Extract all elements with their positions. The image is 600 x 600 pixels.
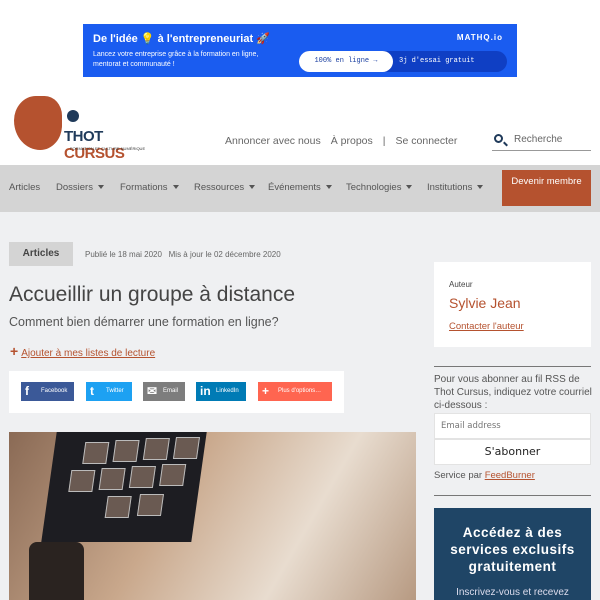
top-links: Annoncer avec nous À propos | Se connect… bbox=[225, 135, 457, 147]
search-placeholder: Recherche bbox=[514, 134, 563, 145]
page-title: Accueillir un groupe à distance bbox=[9, 283, 296, 306]
caret-down-icon bbox=[97, 185, 104, 190]
logo-tagline: FORMATION ET CULTURE NUMÉRIQUE bbox=[70, 146, 146, 151]
ad-cta-primary[interactable]: 100% en ligne → bbox=[299, 51, 393, 72]
ad-title: De l'idée 💡 à l'entrepreneuriat 🚀 bbox=[93, 33, 270, 45]
feedburner-link[interactable]: FeedBurner bbox=[485, 470, 535, 481]
twitter-icon: t bbox=[90, 384, 94, 398]
main-nav: Articles Dossiers Formations Ressources … bbox=[0, 165, 600, 212]
share-label: Email bbox=[163, 388, 179, 394]
link-advertise[interactable]: Annoncer avec nous bbox=[225, 135, 321, 147]
caret-down-icon bbox=[172, 185, 179, 190]
link-about[interactable]: À propos bbox=[331, 135, 373, 147]
caret-down-icon bbox=[325, 185, 332, 190]
article-meta: Publié le 18 mai 2020 Mis à jour le 02 d… bbox=[85, 250, 281, 259]
share-linkedin-button[interactable]: in LinkedIn bbox=[196, 382, 246, 401]
share-plusdoptions-button[interactable]: + Plus d'options… bbox=[258, 382, 332, 401]
plus-icon: + bbox=[262, 384, 270, 398]
article-image bbox=[9, 432, 416, 600]
nav-evenements[interactable]: Événements bbox=[268, 182, 332, 193]
share-bar: f Facebook t Twitter ✉ Email in LinkedIn + Plus d… bbox=[9, 371, 344, 413]
facebook-icon: f bbox=[25, 384, 29, 398]
logo-head-shape bbox=[14, 96, 62, 150]
promo-text: Inscrivez-vous et recevez bbox=[456, 587, 569, 598]
share-facebook-button[interactable]: f Facebook bbox=[21, 382, 74, 401]
share-label: LinkedIn bbox=[216, 388, 239, 394]
promo-title: Accédez à des services exclusifs gratuit… bbox=[450, 525, 575, 574]
share-email-button[interactable]: ✉ Email bbox=[143, 382, 185, 401]
nav-technologies[interactable]: Technologies bbox=[346, 182, 413, 193]
subscribe-button[interactable]: S'abonner bbox=[434, 439, 591, 465]
laptop-screen bbox=[41, 432, 207, 542]
category-badge[interactable]: Articles bbox=[9, 242, 73, 266]
site-logo[interactable]: THOT CURSUS FORMATION ET CULTURE NUMÉRIQ… bbox=[12, 96, 157, 162]
ad-cta-secondary[interactable]: 3j d'essai gratuit bbox=[399, 51, 475, 72]
divider bbox=[434, 495, 591, 496]
share-twitter-button[interactable]: t Twitter bbox=[86, 382, 132, 401]
nav-institutions[interactable]: Institutions bbox=[427, 182, 484, 193]
page-subtitle: Comment bien démarrer une formation en l… bbox=[9, 315, 279, 329]
caret-down-icon bbox=[406, 185, 413, 190]
ad-text: Lancez votre entreprise grâce à la forma… bbox=[93, 51, 259, 68]
caret-down-icon bbox=[477, 185, 484, 190]
rss-text: Pour vous abonner au fil RSS de Thot Cur… bbox=[434, 374, 592, 411]
nav-articles[interactable]: Articles bbox=[9, 182, 40, 193]
ad-cta[interactable]: 100% en ligne → 3j d'essai gratuit bbox=[299, 51, 507, 72]
promo-box[interactable]: Accédez à des services exclusifs gratuit… bbox=[434, 508, 591, 600]
coffee-cup bbox=[29, 542, 84, 600]
nav-dossiers[interactable]: Dossiers bbox=[56, 182, 104, 193]
author-name[interactable]: Sylvie Jean bbox=[449, 295, 521, 311]
ad-brand-logo: MATHQ.io bbox=[456, 33, 503, 42]
caret-down-icon bbox=[249, 185, 256, 190]
contact-author-link[interactable]: Contacter l'auteur bbox=[449, 321, 524, 332]
nav-ressources[interactable]: Ressources bbox=[194, 182, 256, 193]
logo-name: THOT CURSUS bbox=[64, 128, 125, 162]
link-login[interactable]: Se connecter bbox=[396, 135, 458, 147]
share-label: Twitter bbox=[106, 388, 124, 394]
share-label: Facebook bbox=[41, 388, 68, 394]
logo-dot bbox=[67, 110, 79, 122]
share-label: Plus d'options… bbox=[278, 388, 322, 394]
nav-formations[interactable]: Formations bbox=[120, 182, 179, 193]
linkedin-icon: in bbox=[200, 384, 211, 398]
become-member-button[interactable]: Devenir membre bbox=[502, 170, 591, 206]
divider bbox=[434, 366, 591, 367]
email-input[interactable]: Email address bbox=[434, 413, 591, 439]
service-text: Service par FeedBurner bbox=[434, 470, 535, 481]
separator: | bbox=[382, 135, 386, 147]
plus-icon: + bbox=[10, 343, 19, 359]
search-input[interactable]: Recherche bbox=[492, 131, 591, 151]
author-label: Auteur bbox=[449, 280, 473, 289]
email-icon: ✉ bbox=[147, 384, 158, 398]
author-card: Auteur Sylvie Jean Contacter l'auteur bbox=[434, 262, 591, 347]
search-icon[interactable] bbox=[494, 134, 503, 143]
ad-banner[interactable]: De l'idée 💡 à l'entrepreneuriat 🚀 Lancez… bbox=[83, 24, 517, 77]
add-to-reading-list-link[interactable]: + Ajouter à mes listes de lecture bbox=[10, 343, 155, 359]
